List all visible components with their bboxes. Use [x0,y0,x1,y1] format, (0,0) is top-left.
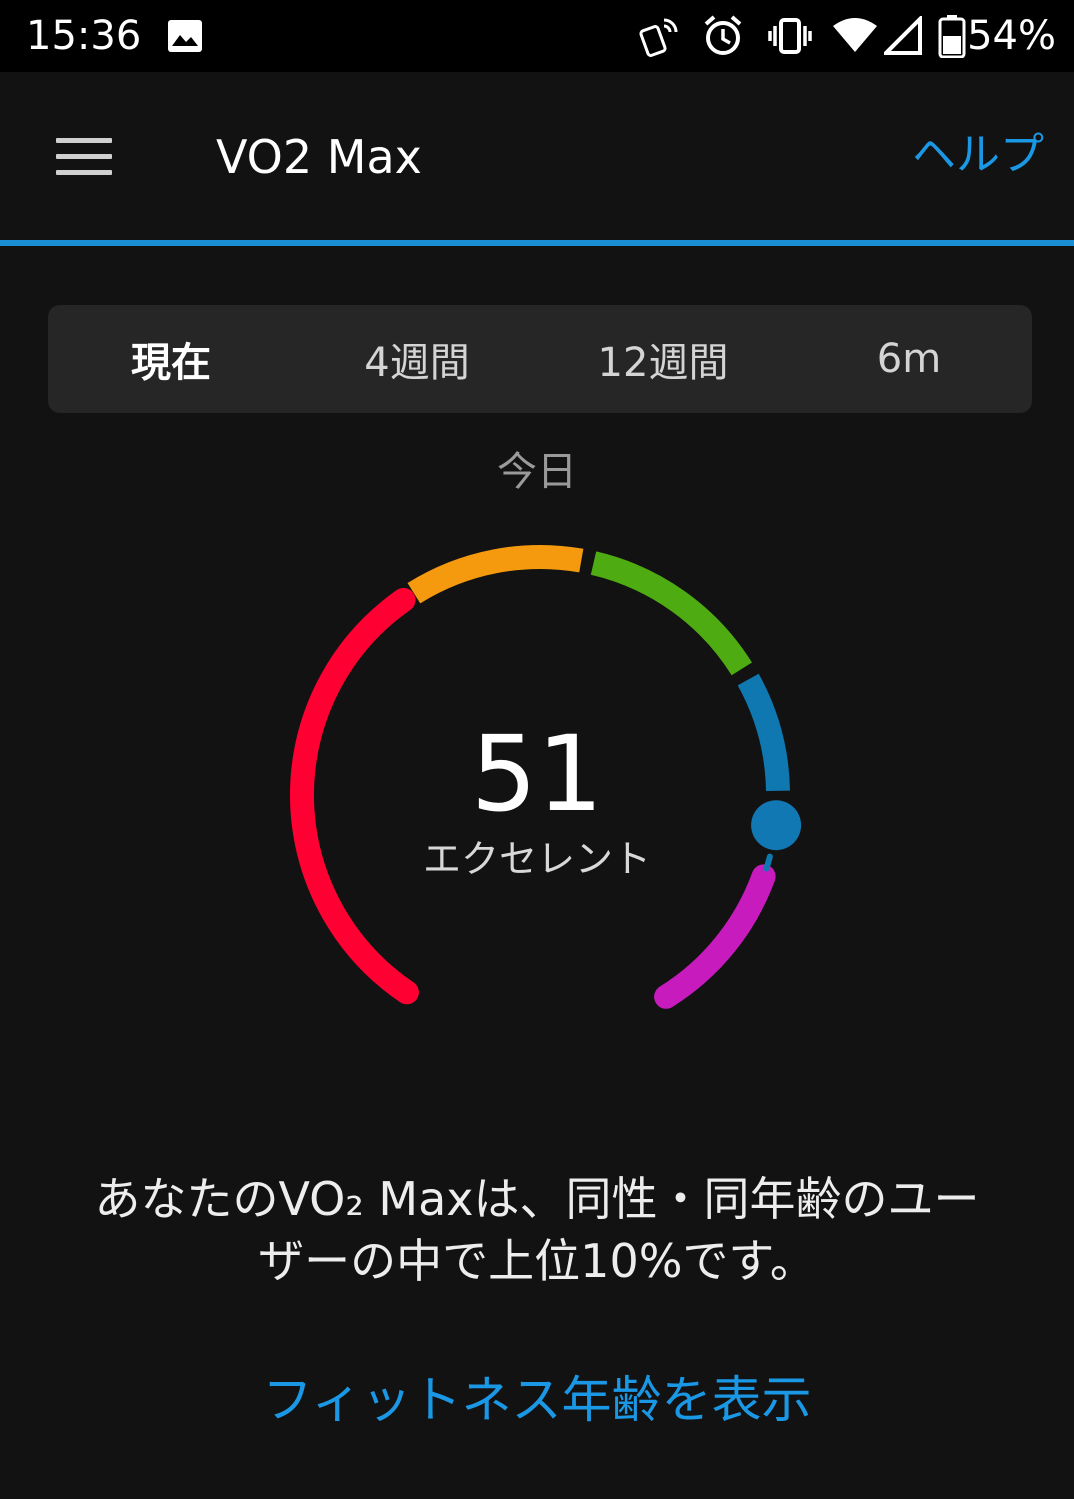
nfc-payment-icon [639,18,678,57]
period-label: 今日 [497,449,577,495]
description-line-2: ザーの中で上位10%です。 [258,1234,816,1288]
menu-button[interactable] [50,126,118,186]
alarm-icon [704,15,742,55]
vo2max-value: 51 [470,713,604,835]
app-bar-accent-line [0,240,1074,246]
wifi-icon [833,18,877,52]
status-bar: 15:36 54% [0,0,1074,72]
help-link[interactable]: ヘルプ [912,126,1044,184]
fitness-age-link[interactable]: フィットネス年齢を表示 [0,1368,1074,1432]
vo2max-category: エクセレント [422,837,651,881]
status-time: 15:36 [26,13,142,59]
gauge-segment-superior [654,864,776,1009]
battery-percent: 54% [967,13,1056,59]
tab-12-weeks[interactable]: 12週間 [540,305,786,413]
period-tabs: 現在 4週間 12週間 6m [48,305,1032,413]
hamburger-icon [56,138,112,143]
gauge-segment-good [590,551,752,676]
battery-icon [938,15,966,58]
image-icon [168,20,202,52]
vibrate-icon [768,18,812,54]
tab-6-months[interactable]: 6m [786,305,1032,413]
description-line-1: あなたのVO₂ Maxは、同性・同年齢のユー [94,1172,980,1226]
page-title: VO2 Max [216,130,422,184]
percentile-description: あなたのVO₂ Maxは、同性・同年齢のユー ザーの中で上位10%です。 [40,1168,1034,1292]
gauge-segment-fair [407,545,584,604]
tab-current[interactable]: 現在 [48,305,294,413]
signal-icon [884,16,922,55]
tab-4-weeks[interactable]: 4週間 [294,305,540,413]
